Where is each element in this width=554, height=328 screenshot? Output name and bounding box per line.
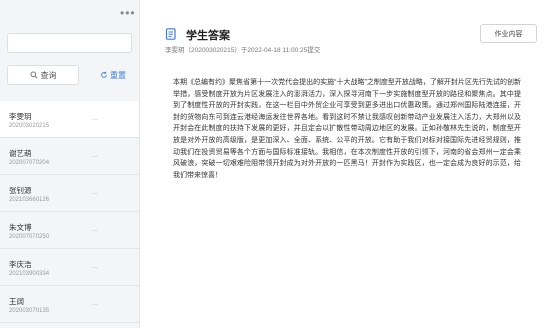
refresh-icon	[101, 71, 107, 78]
student-id: 202007070204	[9, 160, 50, 166]
item-more-icon[interactable]: ...	[92, 263, 98, 270]
student-name: 谢艺萌	[9, 149, 32, 158]
student-name: 朱文博	[9, 223, 32, 232]
student-list-item[interactable]: 朱文博 202007070250 ...	[0, 212, 139, 249]
student-id: 202007070250	[9, 234, 50, 240]
student-sidebar: ••• 查询 重置 李雯玥 202003020215 ... 谢艺萌 20200…	[0, 0, 140, 328]
submission-meta: 李雯玥（202003020215）于2022-04-18 11:00:25提交	[165, 47, 321, 54]
reset-button[interactable]: 重置	[92, 65, 134, 85]
student-id: 202103660126	[9, 197, 50, 203]
query-button-label: 查询	[40, 70, 57, 80]
student-list-item[interactable]: 王阔 202003070135 ...	[0, 286, 139, 323]
student-name: 李庆浩	[9, 260, 32, 269]
item-more-icon[interactable]: ...	[92, 300, 98, 307]
student-list-item[interactable]: 谢艺萌 202007070204 ...	[0, 138, 139, 175]
student-list-item[interactable]: 李庆浩 202103900334 ...	[0, 249, 139, 286]
item-more-icon[interactable]: ...	[92, 189, 98, 196]
student-list-item[interactable]: 张钊源 202103660126 ...	[0, 175, 139, 212]
item-more-icon[interactable]: ...	[92, 226, 98, 233]
student-id: 202003020215	[9, 123, 50, 129]
item-more-icon[interactable]: ...	[92, 115, 98, 122]
student-name: 张钊源	[9, 186, 32, 195]
student-name: 李雯玥	[9, 112, 32, 121]
document-icon	[165, 28, 176, 40]
student-name: 王阔	[9, 297, 24, 306]
answer-text: 本期《总编有约》聚焦省第十一次党代会提出的实施“十大战略”之制度型开放战略，了解…	[173, 79, 521, 179]
assignment-content-button[interactable]: 作业内容	[480, 24, 537, 43]
reset-button-label: 重置	[110, 70, 126, 80]
student-list: 李雯玥 202003020215 ... 谢艺萌 202007070204 ..…	[0, 101, 139, 323]
search-input[interactable]	[7, 33, 132, 53]
search-icon	[30, 71, 38, 79]
more-menu-icon[interactable]: •••	[120, 6, 136, 20]
query-button[interactable]: 查询	[7, 65, 79, 85]
answer-panel: 学生答案 李雯玥（202003020215）于2022-04-18 11:00:…	[141, 0, 554, 328]
student-list-item[interactable]: 李雯玥 202003020215 ...	[0, 101, 139, 138]
student-id: 202003070135	[9, 308, 50, 314]
page-title: 学生答案	[186, 30, 230, 42]
item-more-icon[interactable]: ...	[92, 152, 98, 159]
student-id: 202103900334	[9, 271, 50, 277]
